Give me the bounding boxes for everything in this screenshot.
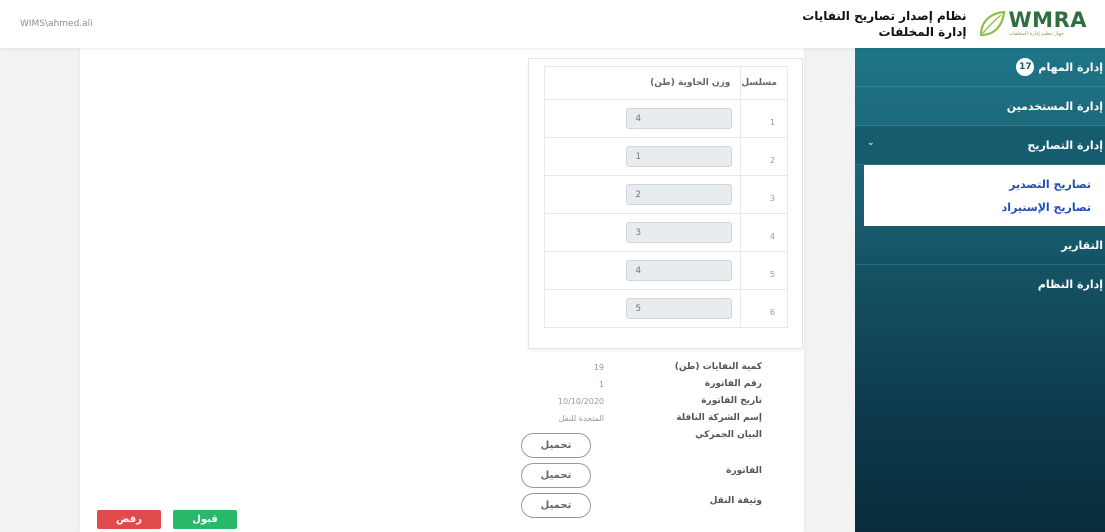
weight-field: 1 — [626, 146, 733, 167]
logo-subtitle: جهاز تنظيم إدارة المخلفات — [1008, 31, 1064, 37]
sidebar-item-label: إدارة المهام — [1038, 60, 1103, 74]
wmra-logo: WMRA جهاز تنظيم إدارة المخلفات — [977, 9, 1087, 39]
chevron-down-icon: ⌄ — [867, 138, 875, 148]
transport-doc-label: وثيقة النقل — [709, 496, 762, 506]
weight-field: 4 — [626, 108, 733, 129]
serial-cell: 6 — [740, 289, 788, 328]
table-row: 1 4 — [543, 99, 788, 138]
invoice-no-value: 1 — [598, 380, 604, 389]
column-header-serial: مسلسل — [740, 66, 788, 100]
containers-panel: مسلسل وزن الحاوية (طن) 1 4 2 1 3 2 4 3 5… — [528, 58, 803, 349]
submenu-item-export-permits[interactable]: تصاريح التصدير — [864, 173, 1105, 196]
invoice-no-label: رقم الفاتورة — [704, 379, 762, 389]
invoice-date-value: 10/10/2020 — [557, 397, 604, 406]
info-row-transport-doc: وثيقة النقل تحميل — [521, 488, 804, 518]
info-row-carrier: إسم الشركة الناقلة المتحدة للنقل — [528, 411, 804, 428]
table-row: 2 1 — [543, 137, 788, 176]
carrier-label: إسم الشركة الناقلة — [676, 413, 762, 423]
weight-field: 2 — [626, 184, 733, 205]
waste-qty-label: كمية النفايات (طن) — [674, 362, 762, 372]
serial-cell: 4 — [740, 213, 788, 252]
info-row-waste-qty: كمية النفايات (طن) 19 — [528, 360, 804, 377]
table-row: 3 2 — [543, 175, 788, 214]
sidebar-item-label: إدارة المستخدمين — [1006, 99, 1103, 113]
app-subtitle: إدارة المخلفات — [878, 25, 967, 39]
info-row-invoice-date: تاريخ الفاتورة 10/10/2020 — [528, 394, 804, 411]
containers-table: مسلسل وزن الحاوية (طن) 1 4 2 1 3 2 4 3 5… — [543, 66, 788, 328]
table-row: 4 3 — [543, 213, 788, 252]
sidebar-item-label: إدارة النظام — [1037, 278, 1103, 291]
sidebar-item-permits[interactable]: إدارة التصاريح ⌄ — [855, 126, 1105, 165]
accept-button[interactable]: قبول — [173, 510, 237, 529]
download-invoice-button[interactable]: تحميل — [521, 463, 591, 488]
invoice-date-label: تاريخ الفاتورة — [701, 396, 762, 406]
serial-cell: 1 — [740, 99, 788, 138]
weight-field: 5 — [626, 298, 733, 319]
sidebar-item-label: التقارير — [1061, 238, 1103, 252]
sidebar: إدارة المهام 17 إدارة المستخدمين إدارة ا… — [855, 48, 1105, 532]
sidebar-item-label: إدارة التصاريح — [1027, 138, 1103, 152]
top-header: WIMS\ahmed.ali WMRA جهاز تنظيم إدارة الم… — [0, 0, 1105, 48]
serial-cell: 5 — [740, 251, 788, 290]
submenu-item-import-permits[interactable]: تصاريح الإستيراد — [864, 196, 1105, 219]
weight-field: 4 — [626, 260, 733, 281]
info-row-customs: البيان الجمركي تحميل — [521, 428, 804, 458]
table-row: 5 4 — [543, 251, 788, 290]
carrier-value: المتحدة للنقل — [558, 414, 604, 423]
download-customs-button[interactable]: تحميل — [521, 433, 591, 458]
reject-button[interactable]: رفض — [97, 510, 161, 529]
customs-label: البيان الجمركي — [695, 430, 762, 440]
leaf-icon — [979, 10, 1005, 37]
sidebar-item-users[interactable]: إدارة المستخدمين — [855, 87, 1105, 126]
invoice-doc-label: الفاتورة — [726, 466, 762, 476]
info-row-invoice-no: رقم الفاتورة 1 — [528, 377, 804, 394]
waste-qty-value: 19 — [593, 363, 604, 372]
download-transport-button[interactable]: تحميل — [521, 493, 591, 518]
logo-wordmark: WMRA — [1008, 8, 1087, 32]
tasks-count-badge: 17 — [1016, 58, 1035, 76]
column-header-weight: وزن الحاوية (طن) — [543, 66, 742, 100]
table-row: 6 5 — [543, 289, 788, 328]
permit-info: كمية النفايات (طن) 19 رقم الفاتورة 1 تار… — [521, 360, 804, 518]
current-user: WIMS\ahmed.ali — [20, 19, 93, 29]
permit-details-card: مسلسل وزن الحاوية (طن) 1 4 2 1 3 2 4 3 5… — [80, 48, 804, 532]
brand: WMRA جهاز تنظيم إدارة المخلفات نظام إصدا… — [802, 6, 1087, 42]
sidebar-item-tasks[interactable]: إدارة المهام 17 — [855, 48, 1105, 87]
serial-cell: 2 — [740, 137, 788, 176]
sidebar-item-system[interactable]: إدارة النظام — [855, 265, 1105, 304]
serial-cell: 3 — [740, 175, 788, 214]
info-row-invoice-doc: الفاتورة تحميل — [521, 458, 804, 488]
app-title: نظام إصدار تصاريح النفايات — [802, 9, 967, 23]
sidebar-item-reports[interactable]: التقارير — [855, 226, 1105, 265]
weight-field: 3 — [626, 222, 733, 243]
permits-submenu: تصاريح التصدير تصاريح الإستيراد — [864, 165, 1105, 226]
